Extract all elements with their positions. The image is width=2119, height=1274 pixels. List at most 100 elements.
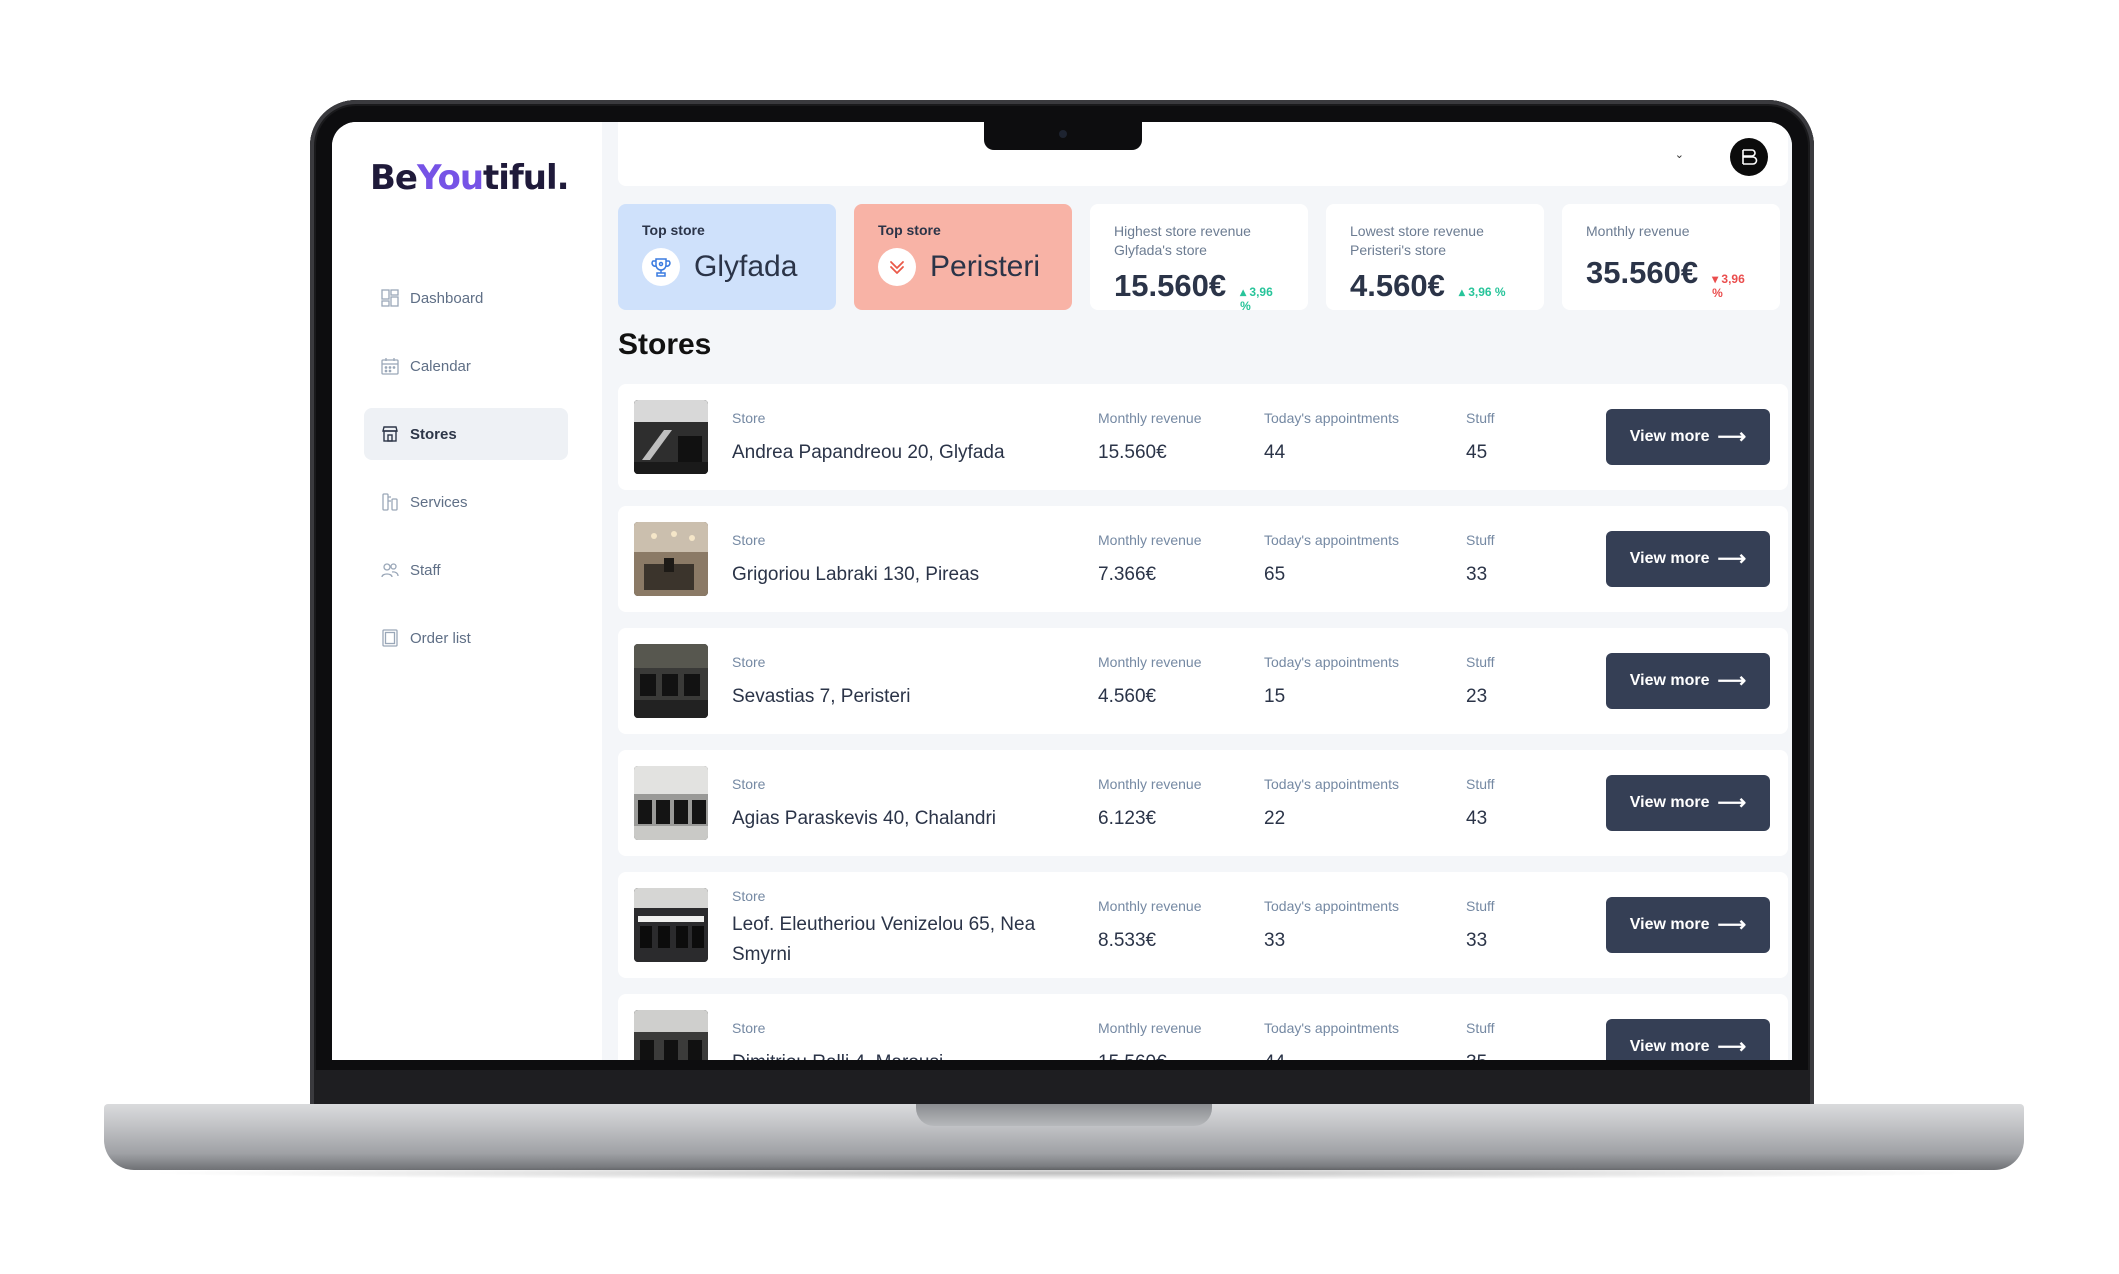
top-bar: ⌄: [618, 122, 1788, 186]
sidebar-item-dashboard[interactable]: Dashboard: [364, 272, 568, 324]
revenue-column-label: Monthly revenue: [1098, 654, 1202, 670]
store-image: [634, 888, 708, 962]
view-more-button[interactable]: View more ⟶: [1606, 653, 1770, 709]
staff-column-label: Stuff: [1466, 1020, 1495, 1036]
view-more-label: View more: [1629, 916, 1710, 933]
revenue-column-label: Monthly revenue: [1098, 1020, 1202, 1036]
logo-text-you: You: [416, 158, 484, 198]
store-address: Agias Paraskevis 40, Chalandri: [732, 808, 997, 829]
appointments-column-label: Today's appointments: [1264, 1020, 1399, 1036]
arrow-right-icon: ⟶: [1717, 792, 1747, 814]
laptop-base-notch: [916, 1104, 1212, 1126]
top-store-name: Glyfada: [694, 250, 798, 283]
sidebar-item-label: Order list: [410, 629, 471, 647]
store-image: [634, 400, 708, 474]
store-appointments: 33: [1264, 930, 1286, 951]
card-label: Top store: [878, 222, 941, 238]
sidebar-nav: Dashboard Calendar Stores Services Staff…: [364, 272, 568, 680]
calendar-icon: [380, 356, 400, 376]
sidebar-item-services[interactable]: Services: [364, 476, 568, 528]
store-revenue: 7.366€: [1098, 564, 1157, 585]
revenue-column-label: Monthly revenue: [1098, 410, 1202, 426]
staff-column-label: Stuff: [1466, 410, 1495, 426]
app-logo[interactable]: BeYoutiful.: [370, 158, 570, 198]
card-label: Monthly revenue: [1586, 223, 1690, 239]
change-indicator: ▴ 3,96 %: [1240, 285, 1273, 313]
store-staff: 23: [1466, 686, 1488, 707]
lowest-revenue-card: Lowest store revenue Peristeri's store 4.…: [1326, 204, 1544, 310]
chevron-down-icon[interactable]: ⌄: [1675, 148, 1684, 161]
store-staff: 35: [1466, 1048, 1495, 1060]
summary-cards: Top store Glyfada Top store Peristeri Hi…: [618, 204, 1788, 313]
arrow-right-icon: ⟶: [1717, 426, 1747, 448]
laptop-screen: BeYoutiful. Dashboard Calendar Stores Se…: [332, 122, 1792, 1060]
double-chevron-down-icon: [878, 248, 916, 286]
store-image: [634, 644, 708, 718]
camera-icon: [1059, 130, 1067, 138]
camera-notch: [984, 122, 1142, 150]
top-store-card-peristeri[interactable]: Top store Peristeri: [854, 204, 1072, 310]
store-column-label: Store: [732, 1020, 766, 1036]
store-revenue: 6.123€: [1098, 808, 1157, 829]
card-value: 35.560€: [1586, 255, 1699, 290]
dashboard-icon: [380, 288, 400, 308]
sidebar-item-stores[interactable]: Stores: [364, 408, 568, 460]
top-store-card-glyfada[interactable]: Top store Glyfada: [618, 204, 836, 310]
store-staff: 43: [1466, 808, 1488, 829]
view-more-button[interactable]: View more ⟶: [1606, 1019, 1770, 1060]
store-address: Dimitriou Ralli 4, Marousi: [732, 1048, 1052, 1060]
appointments-column-label: Today's appointments: [1264, 654, 1399, 670]
store-staff: 33: [1466, 930, 1488, 951]
view-more-button[interactable]: View more ⟶: [1606, 775, 1770, 831]
card-value: 15.560€: [1114, 268, 1227, 303]
card-value: 4.560€: [1350, 268, 1445, 303]
view-more-button[interactable]: View more ⟶: [1606, 897, 1770, 953]
store-staff: 33: [1466, 564, 1488, 585]
view-more-label: View more: [1629, 794, 1710, 811]
appointments-column-label: Today's appointments: [1264, 532, 1399, 548]
arrow-right-icon: ⟶: [1717, 670, 1747, 692]
change-indicator: ▴ 3,96 %: [1458, 285, 1506, 299]
view-more-button[interactable]: View more ⟶: [1606, 531, 1770, 587]
store-icon: [380, 424, 400, 444]
store-image: [634, 1010, 708, 1060]
revenue-column-label: Monthly revenue: [1098, 776, 1202, 792]
laptop-chin: [314, 1070, 1810, 1106]
staff-column-label: Stuff: [1466, 654, 1495, 670]
staff-column-label: Stuff: [1466, 532, 1495, 548]
store-column-label: Store: [732, 532, 766, 548]
laptop-shadow: [140, 1166, 1990, 1180]
change-value: 3,96 %: [1712, 272, 1745, 300]
store-column-label: Store: [732, 776, 766, 792]
store-column-label: Store: [732, 888, 766, 904]
appointments-column-label: Today's appointments: [1264, 898, 1399, 914]
store-row: Store Andrea Papandreou 20, Glyfada Month…: [618, 384, 1788, 490]
sidebar-item-staff[interactable]: Staff: [364, 544, 568, 596]
sidebar-item-label: Dashboard: [410, 289, 484, 307]
card-label: Lowest store revenue: [1350, 223, 1484, 239]
sidebar-item-order-list[interactable]: Order list: [364, 612, 568, 664]
arrow-right-icon: ⟶: [1717, 548, 1747, 570]
staff-column-label: Stuff: [1466, 776, 1495, 792]
view-more-label: View more: [1629, 672, 1710, 689]
sidebar-item-calendar[interactable]: Calendar: [364, 340, 568, 392]
store-address: Andrea Papandreou 20, Glyfada: [732, 442, 1005, 463]
monthly-revenue-card: Monthly revenue 35.560€ ▾ 3,96 %: [1562, 204, 1780, 310]
view-more-label: View more: [1629, 428, 1710, 445]
arrow-right-icon: ⟶: [1717, 1036, 1747, 1058]
store-column-label: Store: [732, 410, 766, 426]
logo-text-be: Be: [370, 158, 418, 198]
staff-icon: [380, 560, 400, 580]
store-row: Store Agias Paraskevis 40, Chalandri Mont…: [618, 750, 1788, 856]
view-more-button[interactable]: View more ⟶: [1606, 409, 1770, 465]
store-address: Leof. Eleutheriou Venizelou 65, Nea Smyr…: [732, 914, 1036, 965]
store-address: Sevastias 7, Peristeri: [732, 686, 911, 707]
card-label: Highest store revenue: [1114, 223, 1251, 239]
store-revenue: 4.560€: [1098, 686, 1157, 707]
store-revenue: 15.560€: [1098, 1048, 1202, 1060]
store-appointments: 65: [1264, 564, 1286, 585]
store-row: Store Leof. Eleutheriou Venizelou 65, Nea…: [618, 872, 1788, 978]
store-appointments: 15: [1264, 686, 1286, 707]
appointments-column-label: Today's appointments: [1264, 776, 1399, 792]
menu-avatar-icon[interactable]: [1730, 138, 1768, 176]
